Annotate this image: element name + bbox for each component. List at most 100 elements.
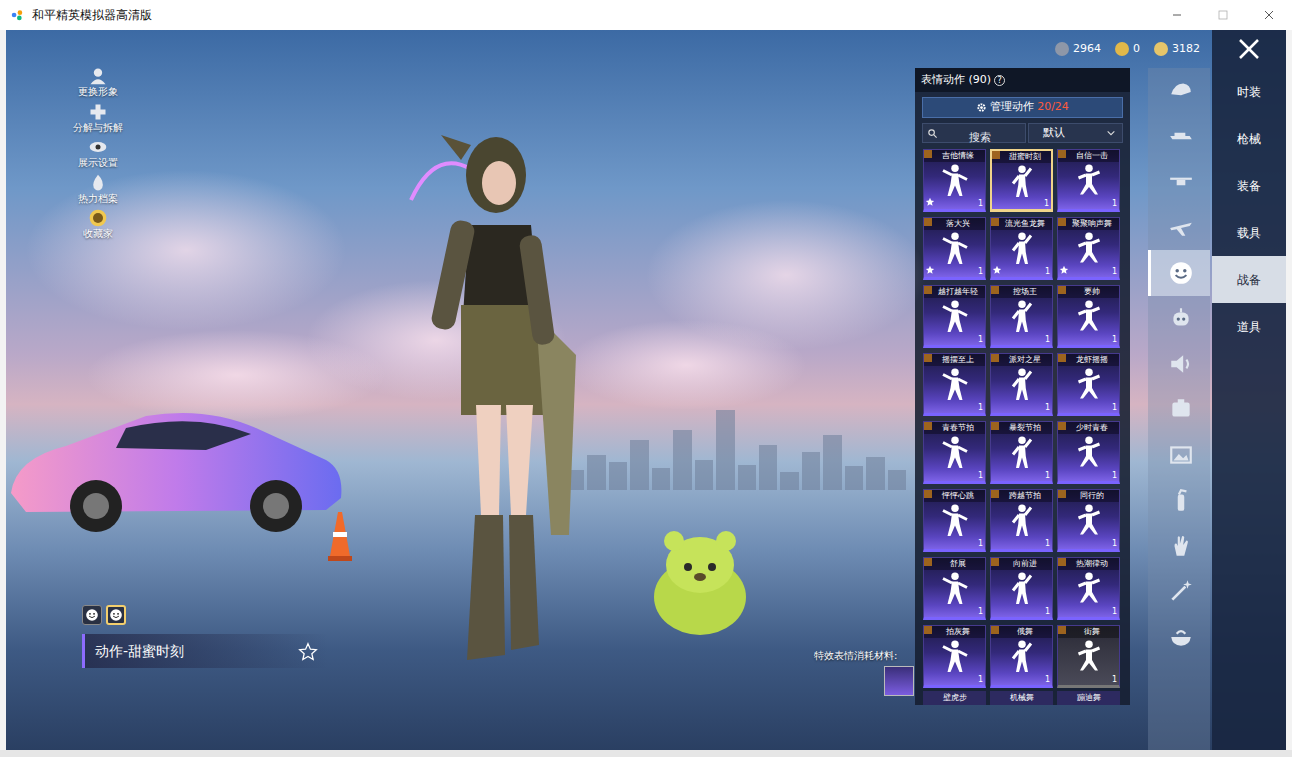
emote-panel: 表情动作 (90)?管理动作20/24默认吉他情缘1甜蜜时刻1自信一击1落大兴1… (915, 68, 1130, 705)
icon-tab[interactable] (1148, 68, 1210, 114)
lobby-menu-item[interactable]: 热力档案 (66, 173, 130, 205)
emote-tile[interactable]: 舒展1 (923, 557, 986, 620)
wardrobe-side: 296403182 表情动作 (90)?管理动作20/24默认吉他情缘1甜蜜时刻… (915, 30, 1210, 750)
currency: 2964 (1055, 41, 1101, 58)
emote-tile[interactable]: 聚聚响声舞1 (1057, 217, 1120, 280)
material-item[interactable] (884, 666, 914, 696)
icon-tab[interactable] (1148, 250, 1210, 296)
emote-tile[interactable]: 同行的1 (1057, 489, 1120, 552)
icon-tab[interactable] (1148, 614, 1210, 660)
extinguisher-icon (1168, 487, 1194, 513)
smiley-icon (109, 608, 123, 622)
dancer-icon (1004, 435, 1040, 471)
emote-tile[interactable]: 龙虾摇摇1 (1057, 353, 1120, 416)
next-emote-row: 壁虎步机械舞蹦迪舞 (915, 688, 1130, 705)
icon-tab[interactable] (1148, 478, 1210, 524)
character-figure-icon (401, 115, 611, 675)
eye-icon (88, 137, 108, 157)
lobby-menu-item[interactable]: 展示设置 (66, 137, 130, 169)
avatar-icon (88, 66, 108, 86)
dancer-icon (1004, 164, 1040, 200)
emote-tile[interactable]: 自信一击1 (1057, 149, 1120, 212)
emote-tile[interactable]: 热潮律动1 (1057, 557, 1120, 620)
category-tab[interactable]: 装备 (1212, 162, 1286, 209)
icon-tab[interactable] (1148, 159, 1210, 205)
help-button[interactable]: ? (994, 75, 1005, 86)
emote-tile[interactable]: 越打越年轻1 (923, 285, 986, 348)
emote-tile[interactable]: 甜蜜时刻1 (990, 149, 1053, 212)
bear-mascot-icon (644, 525, 756, 637)
search-field[interactable] (923, 129, 1025, 147)
emote-slots (82, 605, 126, 625)
emote-tile[interactable]: 控场王1 (990, 285, 1053, 348)
dancer-icon (937, 639, 973, 675)
dancer-icon (1071, 299, 1107, 335)
maximize-button[interactable] (1200, 0, 1246, 30)
drone-icon (1168, 169, 1194, 195)
emote-tile[interactable]: 向前进1 (990, 557, 1053, 620)
emote-tile[interactable]: 蹦迪舞 (1057, 691, 1120, 705)
dancer-icon (1004, 299, 1040, 335)
category-tab[interactable]: 载具 (1212, 209, 1286, 256)
emote-tile[interactable]: 怦怦心跳1 (923, 489, 986, 552)
category-tab[interactable]: 枪械 (1212, 115, 1286, 162)
emote-tile[interactable]: 要帅1 (1057, 285, 1120, 348)
dancer-icon (1004, 231, 1040, 267)
favorite-button[interactable] (298, 641, 318, 662)
close-icon (1263, 9, 1275, 21)
emote-tile[interactable]: 流光鱼龙舞1 (990, 217, 1053, 280)
star-icon (925, 265, 935, 275)
wand-icon (1168, 578, 1194, 604)
player-character (401, 115, 611, 675)
emote-tile[interactable]: 少时青春1 (1057, 421, 1120, 484)
emote-tile[interactable]: 落大兴1 (923, 217, 986, 280)
dancer-icon (937, 299, 973, 335)
sort-dropdown[interactable]: 默认 (1028, 123, 1123, 143)
emote-tile[interactable]: 跨越节拍1 (990, 489, 1053, 552)
emote-slot[interactable] (106, 605, 126, 625)
emote-tile[interactable]: 街舞1 (1057, 625, 1120, 688)
dancer-icon (1004, 639, 1040, 675)
close-window-button[interactable] (1246, 0, 1292, 30)
robot-icon (1168, 305, 1194, 331)
emote-tile[interactable]: 青春节拍1 (923, 421, 986, 484)
category-tab[interactable]: 战备 (1212, 256, 1286, 303)
icon-tab[interactable] (1148, 205, 1210, 251)
emote-tile[interactable]: 俄舞1 (990, 625, 1053, 688)
close-button[interactable] (1212, 30, 1286, 68)
icon-tab[interactable] (1148, 432, 1210, 478)
icon-tab[interactable] (1148, 114, 1210, 160)
emote-tile[interactable]: 暴裂节拍1 (990, 421, 1053, 484)
emote-tile[interactable]: 吉他情缘1 (923, 149, 986, 212)
emote-tile[interactable]: 摇摆至上1 (923, 353, 986, 416)
lobby-menu-item[interactable]: 分解与拆解 (66, 102, 130, 134)
manage-button[interactable]: 管理动作20/24 (922, 97, 1123, 118)
emote-tile[interactable]: 派对之星1 (990, 353, 1053, 416)
icon-tab[interactable] (1148, 569, 1210, 615)
chevron-down-icon (1106, 128, 1116, 138)
icon-tab[interactable] (1148, 296, 1210, 342)
dancer-icon (1071, 435, 1107, 471)
emote-slot[interactable] (82, 605, 102, 625)
dancer-icon (937, 231, 973, 267)
icon-tab[interactable] (1148, 341, 1210, 387)
dancer-icon (1004, 571, 1040, 607)
icon-tab[interactable] (1148, 523, 1210, 569)
category-tab[interactable]: 道具 (1212, 303, 1286, 350)
emote-tile[interactable]: 机械舞 (990, 691, 1053, 705)
emote-tile[interactable]: 壁虎步 (923, 691, 986, 705)
lobby-menu: 更换形象分解与拆解展示设置热力档案收藏家 (66, 66, 130, 240)
minimize-button[interactable] (1154, 0, 1200, 30)
plane-icon (1168, 214, 1194, 240)
lobby-menu-item[interactable]: 更换形象 (66, 66, 130, 98)
flame-icon (88, 173, 108, 193)
dancer-icon (1071, 231, 1107, 267)
speaker-icon (1168, 351, 1194, 377)
currency-bar: 296403182 (915, 30, 1210, 68)
category-tab[interactable]: 时装 (1212, 68, 1286, 115)
dancer-icon (1071, 639, 1107, 675)
sports-car (6, 398, 346, 538)
icon-tab[interactable] (1148, 387, 1210, 433)
lobby-menu-item[interactable]: 收藏家 (66, 208, 130, 240)
emote-tile[interactable]: 拍灰舞1 (923, 625, 986, 688)
